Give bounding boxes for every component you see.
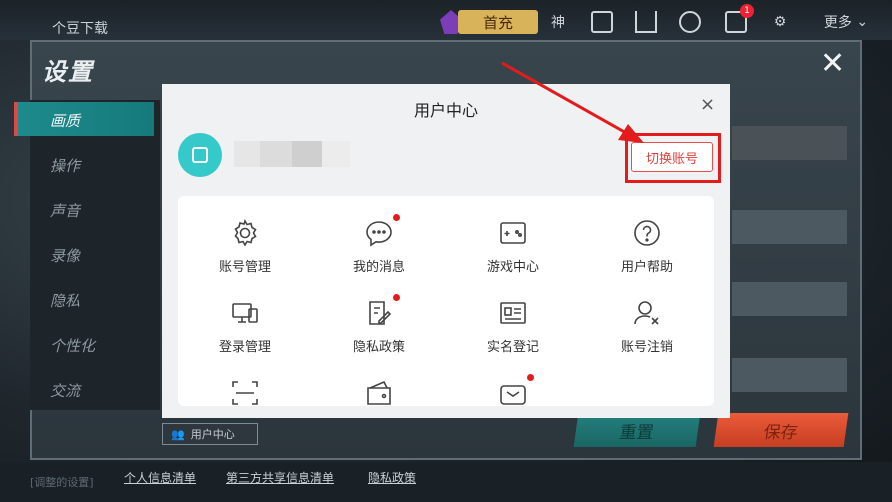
grid-item-label: 隐私政策 [352, 340, 405, 355]
user-center-tag[interactable]: 👥 用户中心 [162, 423, 258, 445]
username-redacted [234, 141, 350, 167]
unread-dot [393, 294, 400, 301]
annotation-highlight-box [625, 133, 721, 183]
gift-box-icon [498, 374, 534, 408]
grid-item-account-manage[interactable]: 账号管理 [178, 218, 312, 275]
scan-icon [230, 378, 260, 408]
save-label: 保存 [762, 422, 800, 443]
sidebar-active-highlight [18, 102, 154, 136]
sidebar-item-controls[interactable]: 操作 [50, 155, 80, 176]
footer-faint-text: [调整的设置] [30, 476, 94, 489]
app-logo-icon [192, 147, 208, 163]
sidebar-item-graphics[interactable]: 画质 [50, 110, 80, 131]
modal-title: 用户中心 [413, 101, 478, 120]
devices-icon [230, 298, 260, 328]
sidebar-item-chat[interactable]: 交流 [50, 380, 80, 401]
avatar[interactable] [178, 133, 222, 177]
settings-option-row[interactable] [732, 282, 847, 316]
grid-item-user-help[interactable]: 用户帮助 [580, 218, 714, 275]
more-label: 更多 [823, 15, 852, 31]
personal-info-list-link[interactable]: 个人信息清单 [124, 469, 196, 486]
gear-icon [230, 218, 260, 248]
grid-item-account-cancel[interactable]: 账号注销 [580, 298, 714, 355]
download-text[interactable]: 个豆下载 [52, 18, 108, 38]
grid-item-label: 账号注销 [620, 340, 673, 355]
message-icon [364, 214, 400, 248]
save-button[interactable]: 保存 [713, 413, 849, 447]
grid-icon[interactable] [590, 10, 614, 34]
grid-item-label: 游戏中心 [486, 260, 539, 275]
shen-button[interactable]: 神 [546, 10, 570, 34]
sidebar-active-marker [14, 102, 18, 136]
grid-item-privacy-policy[interactable]: 隐私政策 [312, 294, 446, 355]
chevron-down-icon: ⌄ [856, 14, 869, 30]
grid-item-label: 账号管理 [218, 260, 271, 275]
grid-item-login-manage[interactable]: 登录管理 [178, 298, 312, 355]
grid-item-my-messages[interactable]: 我的消息 [312, 214, 446, 275]
settings-option-row[interactable] [732, 126, 847, 160]
unread-dot [393, 214, 400, 221]
wallet-icon [364, 378, 394, 408]
grid-item-label: 用户帮助 [620, 260, 673, 275]
gamepad-icon [498, 218, 528, 248]
privacy-policy-link[interactable]: 隐私政策 [368, 469, 416, 486]
ranking-icon[interactable] [634, 10, 658, 34]
friends-icon[interactable] [678, 10, 702, 34]
user-remove-icon [632, 298, 662, 328]
grid-item-label: 实名登记 [486, 340, 539, 355]
settings-gear-icon[interactable]: ⚙ [768, 10, 792, 34]
settings-option-row[interactable] [732, 210, 847, 244]
user-center-tag-label: 用户中心 [190, 428, 235, 441]
more-dropdown[interactable]: 更多 ⌄ [818, 10, 874, 34]
unread-dot [527, 374, 534, 381]
settings-title: 设置 [42, 58, 94, 86]
grid-item-game-center[interactable]: 游戏中心 [446, 218, 580, 275]
sidebar-item-privacy[interactable]: 隐私 [50, 290, 80, 311]
grid-item-gift[interactable] [446, 374, 580, 408]
user-group-icon: 👥 [171, 427, 185, 441]
grid-item-label: 登录管理 [218, 340, 271, 355]
sidebar-item-recording[interactable]: 录像 [50, 245, 80, 266]
reset-button[interactable]: 重置 [573, 413, 701, 447]
grid-item-real-name[interactable]: 实名登记 [446, 298, 580, 355]
settings-close-icon[interactable]: ✕ [820, 49, 845, 79]
reset-label: 重置 [618, 422, 656, 443]
grid-item-wallet[interactable] [312, 378, 446, 408]
help-icon [632, 218, 662, 248]
close-icon[interactable]: × [700, 94, 715, 115]
sidebar-item-personalize[interactable]: 个性化 [50, 335, 95, 356]
privacy-doc-icon [364, 294, 400, 328]
third-party-share-list-link[interactable]: 第三方共享信息清单 [226, 469, 334, 486]
id-card-icon [498, 298, 528, 328]
function-grid: 账号管理 我的消息 游戏中心 用户帮助 登录管理 隐私政策 实名登记 账号注销 [178, 196, 714, 406]
settings-option-row[interactable] [732, 358, 847, 392]
mail-count-badge: 1 [740, 4, 754, 18]
first-recharge-button[interactable]: 首充 [458, 10, 538, 34]
grid-item-label: 我的消息 [352, 260, 405, 275]
grid-item-scan[interactable] [178, 378, 312, 408]
sidebar-item-sound[interactable]: 声音 [50, 200, 80, 221]
